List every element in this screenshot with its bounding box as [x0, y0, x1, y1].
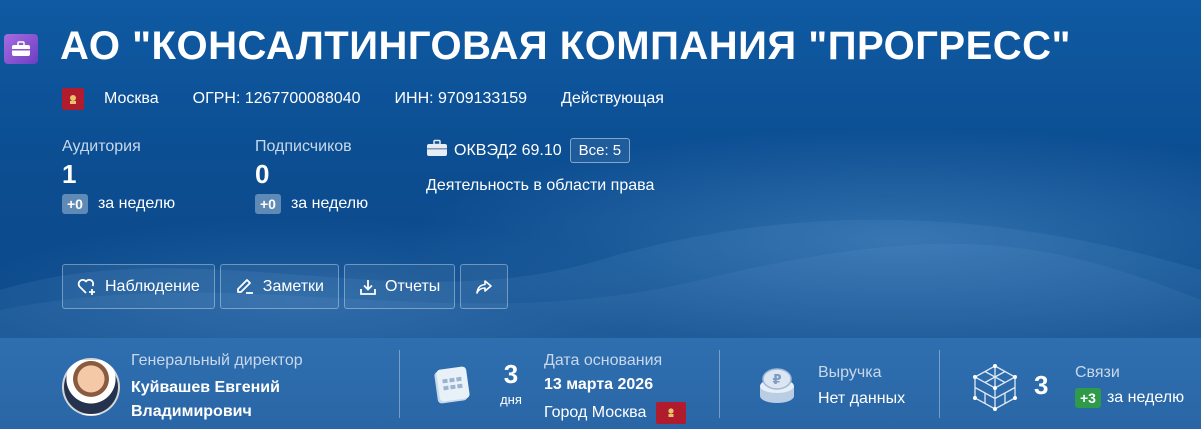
svg-text:₽: ₽	[772, 373, 781, 388]
subscribers-delta: +0	[255, 194, 281, 214]
links-delta: +3	[1075, 388, 1101, 408]
director-name-line1: Куйвашев Евгений	[131, 379, 280, 396]
moscow-flag-icon	[656, 402, 687, 424]
company-header: АО "КОНСАЛТИНГОВАЯ КОМПАНИЯ "ПРОГРЕСС" М…	[0, 0, 1201, 338]
moscow-flag-icon	[62, 88, 84, 110]
notes-label: Заметки	[262, 277, 324, 295]
subscribers-label: Подписчиков	[255, 138, 352, 155]
coins-ruble-icon: ₽	[754, 364, 800, 413]
status-badge: Действующая	[561, 90, 664, 107]
subscribers-value: 0	[255, 159, 270, 189]
briefcase-icon	[4, 33, 38, 64]
audience-stat: Аудитория 1 +0 за неделю	[62, 138, 175, 214]
director-name-line2: Владимирович	[131, 403, 252, 420]
links-block[interactable]: Связи +3 за неделю	[1075, 364, 1184, 408]
divider	[939, 350, 940, 418]
director-role: Генеральный директор	[131, 352, 303, 369]
days-count: 3	[503, 359, 519, 389]
audience-delta: +0	[62, 194, 88, 214]
okved-description: Деятельность в области права	[426, 177, 655, 194]
notes-button[interactable]: Заметки	[219, 264, 339, 309]
company-name: АО "КОНСАЛТИНГОВАЯ КОМПАНИЯ "ПРОГРЕСС"	[60, 24, 1072, 68]
founded-city[interactable]: Город Москва	[544, 404, 646, 422]
inn: ИНН: 9709133159	[394, 90, 528, 107]
divider	[719, 350, 720, 418]
okved-all-button[interactable]: Все: 5	[569, 138, 631, 163]
reports-label: Отчеты	[385, 277, 441, 295]
subscribers-stat: Подписчиков 0 +0 за неделю	[255, 138, 368, 214]
audience-label: Аудитория	[62, 138, 141, 155]
links-period: за неделю	[1106, 389, 1185, 406]
revenue-label: Выручка	[818, 364, 882, 381]
links-count: 3	[1034, 370, 1049, 400]
days-unit: дня	[500, 392, 522, 407]
audience-value: 1	[62, 159, 77, 189]
director-name[interactable]: Куйвашев Евгений Владимирович	[131, 376, 303, 424]
ogrn: ОГРН: 1267700088040	[192, 90, 361, 107]
summary-bar: Генеральный директор Куйвашев Евгений Вл…	[0, 338, 1201, 429]
network-cube-icon	[970, 362, 1020, 417]
founded-block: Дата основания 13 марта 2026 Город Москв…	[544, 352, 687, 424]
avatar[interactable]	[62, 358, 120, 416]
links-label: Связи	[1075, 364, 1120, 381]
pencil-icon	[236, 278, 253, 294]
action-toolbar: Наблюдение Заметки Отчеты	[62, 264, 513, 309]
reports-button[interactable]: Отчеты	[344, 264, 456, 309]
download-icon	[360, 279, 376, 295]
okved-code[interactable]: ОКВЭД2 69.10	[454, 142, 562, 160]
subscribers-period: за неделю	[290, 195, 369, 212]
founded-label: Дата основания	[544, 352, 663, 369]
founded-date: 13 марта 2026	[544, 376, 654, 393]
okved-block: ОКВЭД2 69.10 Все: 5 Деятельность в облас…	[426, 138, 654, 195]
calendar-icon	[432, 364, 472, 411]
share-button[interactable]	[460, 264, 509, 309]
wave-background	[0, 219, 1201, 338]
watch-button[interactable]: Наблюдение	[62, 264, 215, 309]
share-arrow-icon	[476, 279, 493, 294]
watch-label: Наблюдение	[105, 277, 200, 295]
audience-period: за неделю	[97, 195, 176, 212]
heart-plus-icon	[77, 278, 95, 295]
revenue-value: Нет данных	[818, 390, 906, 407]
region[interactable]: Москва	[104, 90, 159, 108]
briefcase-icon	[426, 139, 448, 162]
revenue-block: Выручка Нет данных	[818, 364, 905, 408]
days-since-founded: 3 дня	[497, 360, 525, 407]
director-block: Генеральный директор Куйвашев Евгений Вл…	[131, 352, 303, 424]
divider	[399, 350, 400, 418]
